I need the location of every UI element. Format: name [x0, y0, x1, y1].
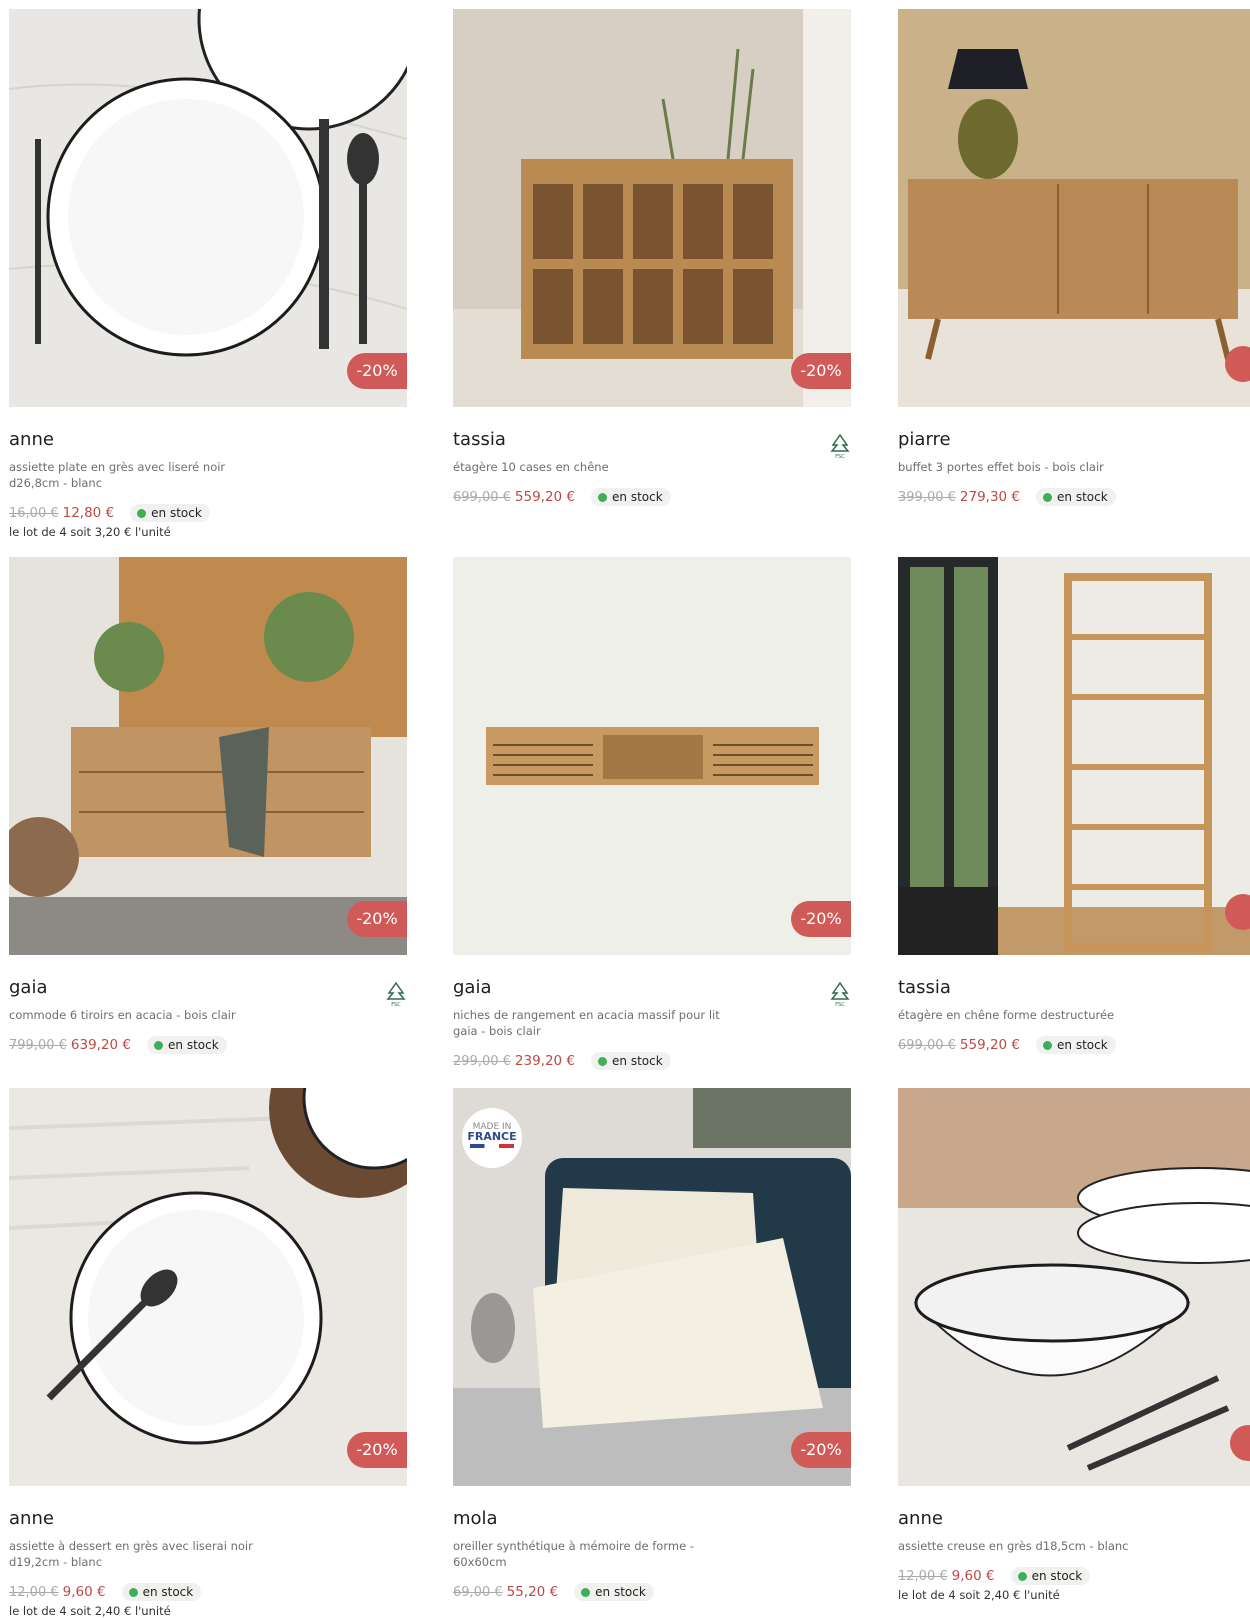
product-image[interactable] — [898, 1088, 1250, 1486]
price-row: 799,00 € 639,20 € en stock — [9, 1036, 227, 1054]
product-description[interactable]: assiette à dessert en grès avec liserai … — [9, 1538, 279, 1570]
price-row: 69,00 € 55,20 € en stock — [453, 1583, 654, 1601]
product-description[interactable]: étagère en chêne forme destructurée — [898, 1007, 1168, 1023]
product-name[interactable]: piarre — [898, 429, 951, 450]
product-image[interactable]: -20% — [9, 1088, 407, 1486]
product-name[interactable]: gaia — [9, 977, 48, 998]
stock-badge: en stock — [1010, 1567, 1091, 1585]
original-price: 799,00 € — [9, 1037, 67, 1053]
price-row: 699,00 € 559,20 € en stock — [453, 488, 671, 506]
product-name[interactable]: mola — [453, 1508, 498, 1529]
product-image[interactable]: -20% — [453, 9, 851, 407]
sale-price: 639,20 € — [70, 1037, 132, 1053]
original-price: 399,00 € — [898, 489, 956, 505]
product-image[interactable]: -20% — [9, 557, 407, 955]
svg-text:FSC: FSC — [835, 454, 845, 459]
original-price: 699,00 € — [453, 489, 511, 505]
stock-badge: en stock — [130, 504, 210, 522]
price-row: 399,00 € 279,30 € en stock — [898, 488, 1116, 506]
product-description[interactable]: niches de rangement en acacia massif pou… — [453, 1007, 723, 1039]
product-name[interactable]: gaia — [453, 977, 492, 998]
green-dot-icon — [1043, 1040, 1053, 1050]
product-description[interactable]: commode 6 tiroirs en acacia - bois clair — [9, 1007, 279, 1023]
sale-price: 9,60 € — [951, 1568, 995, 1584]
stock-badge: en stock — [1036, 1036, 1116, 1054]
sale-price: 279,30 € — [959, 489, 1021, 505]
product-image[interactable] — [898, 9, 1250, 407]
svg-text:FSC: FSC — [391, 1002, 401, 1007]
green-dot-icon — [137, 508, 147, 518]
price-row: 12,00 € 9,60 € en stock — [898, 1567, 1091, 1585]
unit-price: le lot de 4 soit 2,40 € l'unité — [898, 1588, 1060, 1602]
green-dot-icon — [598, 492, 608, 502]
green-dot-icon — [581, 1587, 591, 1597]
green-dot-icon — [598, 1056, 608, 1066]
product-description[interactable]: buffet 3 portes effet bois - bois clair — [898, 459, 1168, 475]
green-dot-icon — [154, 1040, 164, 1050]
discount-badge: -20% — [791, 901, 851, 937]
product-image[interactable]: MADE IN FRANCE -20% — [453, 1088, 851, 1486]
stock-badge: en stock — [121, 1583, 202, 1601]
stock-badge: en stock — [591, 1052, 671, 1070]
sale-price: 9,60 € — [62, 1584, 106, 1600]
sale-price: 559,20 € — [959, 1037, 1021, 1053]
discount-badge: -20% — [791, 1432, 851, 1468]
sale-price: 55,20 € — [506, 1584, 559, 1600]
fsc-tree-icon: FSC — [386, 981, 406, 1007]
product-description[interactable]: oreiller synthétique à mémoire de forme … — [453, 1538, 723, 1570]
discount-badge: -20% — [347, 353, 407, 389]
green-dot-icon — [128, 1587, 138, 1597]
discount-badge: -20% — [347, 1432, 407, 1468]
price-row: 299,00 € 239,20 € en stock — [453, 1052, 671, 1070]
product-description[interactable]: étagère 10 cases en chêne — [453, 459, 723, 475]
unit-price: le lot de 4 soit 2,40 € l'unité — [9, 1604, 171, 1618]
made-in-france-badge: MADE IN FRANCE — [462, 1108, 522, 1168]
product-name[interactable]: tassia — [453, 429, 506, 450]
product-image[interactable]: -20% — [453, 557, 851, 955]
fsc-tree-icon: FSC — [830, 981, 850, 1007]
discount-badge: -20% — [791, 353, 851, 389]
original-price: 699,00 € — [898, 1037, 956, 1053]
product-name[interactable]: anne — [898, 1508, 943, 1529]
price-row: 12,00 € 9,60 € en stock — [9, 1583, 202, 1601]
discount-badge: -20% — [347, 901, 407, 937]
stock-badge: en stock — [591, 488, 671, 506]
original-price: 299,00 € — [453, 1053, 511, 1069]
price-row: 16,00 € 12,80 € en stock — [9, 504, 210, 522]
svg-text:FSC: FSC — [835, 1002, 845, 1007]
original-price: 69,00 € — [453, 1584, 503, 1600]
price-row: 699,00 € 559,20 € en stock — [898, 1036, 1116, 1054]
product-name[interactable]: tassia — [898, 977, 951, 998]
product-description[interactable]: assiette creuse en grès d18,5cm - blanc — [898, 1538, 1168, 1554]
product-description[interactable]: assiette plate en grès avec liseré noir … — [9, 459, 279, 491]
stock-badge: en stock — [574, 1583, 654, 1601]
fsc-tree-icon: FSC — [830, 433, 850, 459]
green-dot-icon — [1017, 1571, 1027, 1581]
stock-badge: en stock — [147, 1036, 227, 1054]
original-price: 12,00 € — [898, 1568, 948, 1584]
stock-badge: en stock — [1036, 488, 1116, 506]
sale-price: 239,20 € — [514, 1053, 576, 1069]
green-dot-icon — [1043, 492, 1053, 502]
sale-price: 559,20 € — [514, 489, 576, 505]
sale-price: 12,80 € — [62, 505, 115, 521]
product-image[interactable] — [898, 557, 1250, 955]
original-price: 16,00 € — [9, 505, 59, 521]
unit-price: le lot de 4 soit 3,20 € l'unité — [9, 525, 171, 539]
product-image[interactable]: -20% — [9, 9, 407, 407]
original-price: 12,00 € — [9, 1584, 59, 1600]
product-name[interactable]: anne — [9, 429, 54, 450]
product-name[interactable]: anne — [9, 1508, 54, 1529]
